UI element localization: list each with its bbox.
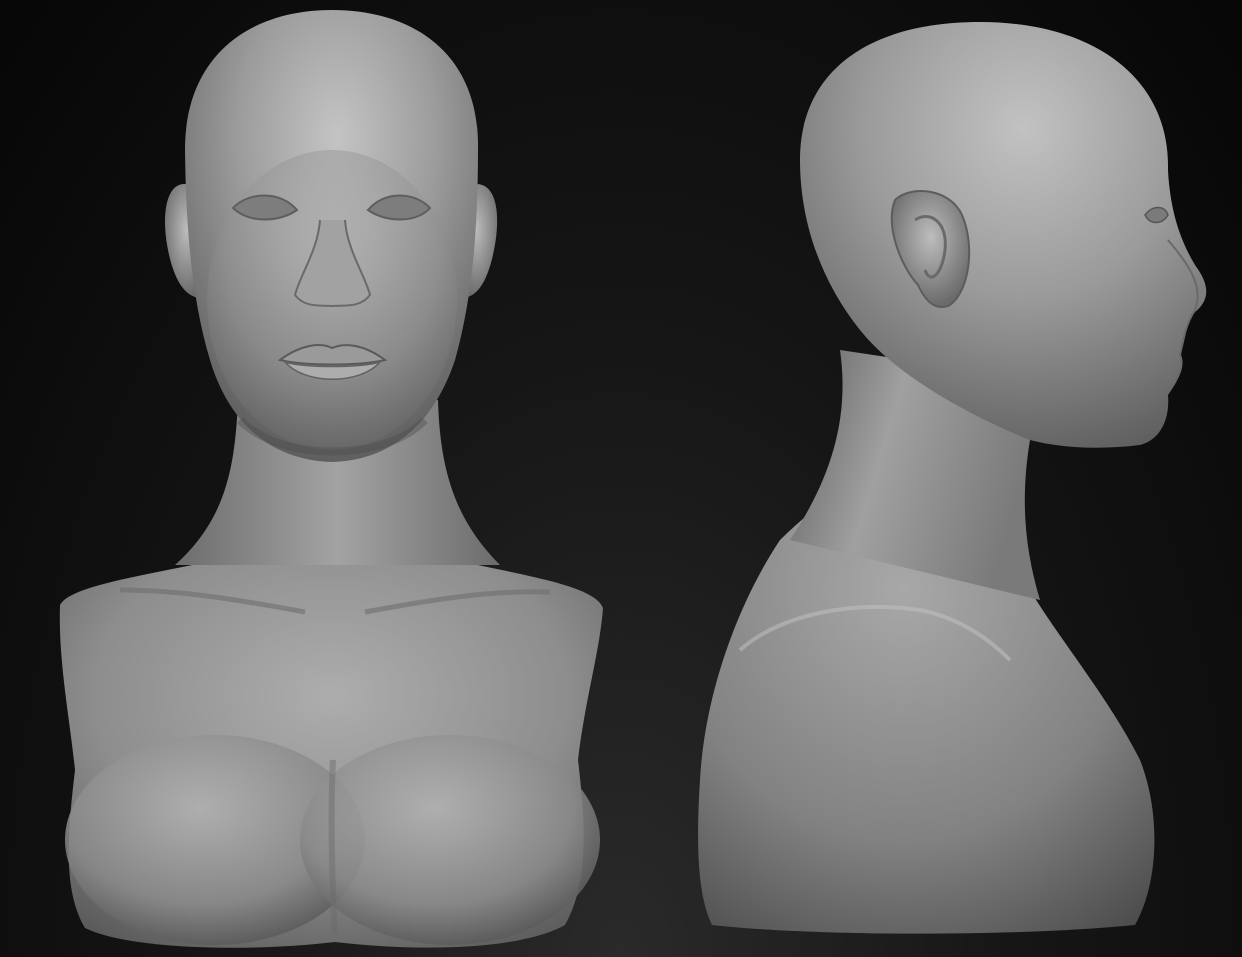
front-cleavage xyxy=(328,759,338,936)
front-right-breast xyxy=(300,735,600,945)
sculpt-render xyxy=(59,10,1207,948)
front-view xyxy=(59,10,604,948)
viewport xyxy=(0,0,1242,957)
side-view xyxy=(698,22,1207,934)
